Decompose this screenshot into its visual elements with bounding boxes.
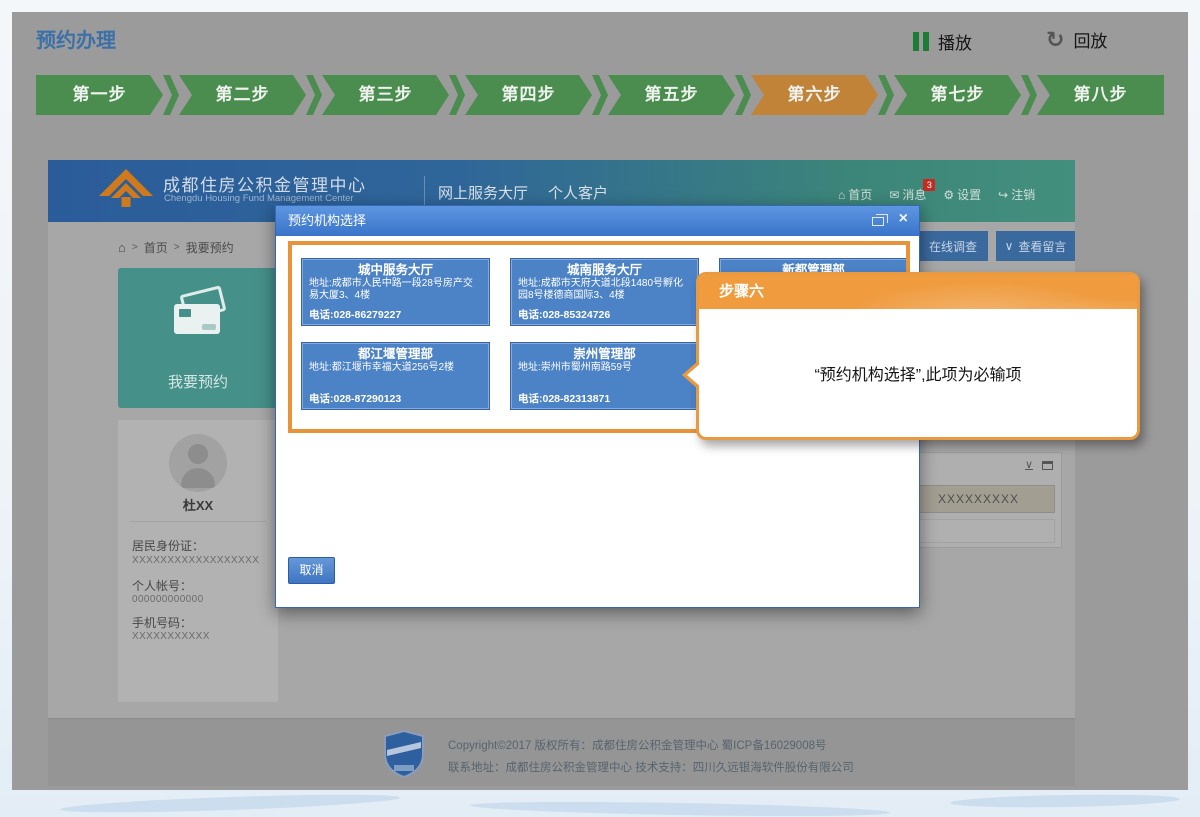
step-separator (592, 75, 608, 115)
dialog-titlebar: 预约机构选择 × (276, 206, 919, 236)
account-value: 000000000000 (132, 594, 204, 605)
replay-label: 回放 (1073, 27, 1107, 52)
tooltip-text: “预约机构选择”,此项为必输项 (699, 361, 1137, 385)
step-1[interactable]: 第一步 (36, 75, 163, 115)
nav-logout[interactable]: ↪ 注销 (998, 186, 1035, 203)
nav-settings[interactable]: ⚙ 设置 (943, 186, 981, 203)
account-label: 个人帐号： (132, 577, 192, 594)
phone-value: XXXXXXXXXXX (132, 631, 210, 642)
divider (130, 521, 266, 522)
home-icon: ⌂ (838, 188, 845, 202)
step-4[interactable]: 第四步 (465, 75, 592, 115)
decorative-streak (950, 793, 1180, 809)
pause-icon (913, 32, 929, 51)
play-label: 播放 (938, 29, 972, 54)
dialog-title: 预约机构选择 (288, 206, 366, 236)
window-icon[interactable] (1042, 461, 1053, 470)
housing-fund-logo-icon (96, 168, 156, 219)
view-messages-button[interactable]: ∨ 查看留言 (996, 231, 1075, 261)
cancel-button[interactable]: 取消 (288, 557, 335, 584)
page-title: 预约办理 (36, 24, 116, 53)
tooltip-header: 步骤六 (699, 275, 1137, 309)
top-navigation: ⌂ 首页 ✉ 消息 3 ⚙ 设置 ↪ 注销 (838, 186, 1035, 203)
replay-control[interactable]: ↻ 回放 (1046, 27, 1107, 52)
id-card-value: XXXXXXXXXXXXXXXXXX (132, 555, 259, 566)
institution-card-chongzhou[interactable]: 崇州管理部 地址:崇州市蜀州南路59号 电话:028-82313871 (511, 343, 698, 409)
breadcrumb-separator: > (174, 242, 180, 253)
step-separator (878, 75, 894, 115)
close-icon[interactable]: × (899, 210, 908, 228)
chevron-down-icon: ∨ (1005, 239, 1014, 253)
tutorial-window: 预约办理 播放 ↻ 回放 第一步 第二步 第三步 第四步 第五步 第六步 第七步… (0, 0, 1200, 817)
online-survey-button[interactable]: 在线调查 (918, 231, 988, 261)
step-separator (306, 75, 322, 115)
step-2[interactable]: 第二步 (179, 75, 306, 115)
step-separator (163, 75, 179, 115)
user-info-panel: 杜XX 居民身份证： XXXXXXXXXXXXXXXXXX 个人帐号： 0000… (118, 420, 278, 702)
decorative-streak (60, 791, 400, 816)
step-separator (735, 75, 751, 115)
tooltip-box: 步骤六 “预约机构选择”,此项为必输项 (696, 272, 1140, 440)
breadcrumb-separator: > (132, 242, 138, 253)
step-6-active[interactable]: 第六步 (751, 75, 878, 115)
replay-icon: ↻ (1046, 30, 1064, 50)
credit-card-icon (168, 290, 232, 338)
breadcrumb: ⌂ > 首页 > 我要预约 (118, 239, 234, 256)
step-separator (449, 75, 465, 115)
step-8[interactable]: 第八步 (1037, 75, 1164, 115)
institution-card-chengnan[interactable]: 城南服务大厅 地址:成都市天府大道北段1480号孵化园8号楼德商国际3、4楼 电… (511, 259, 698, 325)
step-7[interactable]: 第七步 (894, 75, 1021, 115)
home-icon[interactable]: ⌂ (118, 240, 126, 255)
step-tooltip: 步骤六 “预约机构选择”,此项为必输项 (676, 272, 1142, 454)
client-type: 个人客户 (548, 182, 608, 203)
mail-icon: ✉ (889, 188, 899, 202)
collapse-icon[interactable]: ∨ (1025, 458, 1033, 471)
step-separator (1021, 75, 1037, 115)
tooltip-step-title: 步骤六 (699, 275, 1137, 309)
nav-messages[interactable]: ✉ 消息 3 (889, 186, 926, 203)
phone-label: 手机号码： (132, 614, 192, 631)
nav-home[interactable]: ⌂ 首页 (838, 186, 872, 203)
appointment-tile-label: 我要预约 (118, 371, 278, 392)
breadcrumb-home[interactable]: 首页 (144, 239, 168, 256)
breadcrumb-current: 我要预约 (186, 239, 234, 256)
institution-card-dujiangyan[interactable]: 都江堰管理部 地址:都江堰市幸福大道256号2楼 电话:028-87290123 (302, 343, 489, 409)
avatar (169, 434, 227, 492)
step-progress-bar: 第一步 第二步 第三步 第四步 第五步 第六步 第七步 第八步 (36, 75, 1164, 115)
portal-title: 网上服务大厅 (438, 182, 528, 203)
restore-window-icon[interactable] (872, 217, 884, 226)
gear-icon: ⚙ (943, 188, 954, 202)
brand-name-en: Chengdu Housing Fund Management Center (164, 193, 354, 204)
step-5[interactable]: 第五步 (608, 75, 735, 115)
institution-card-chengzhong[interactable]: 城中服务大厅 地址:成都市人民中路一段28号房产交易大厦3、4楼 电话:028-… (302, 259, 489, 325)
institution-shield-icon (383, 730, 425, 783)
header-divider (424, 176, 425, 206)
appointment-tile[interactable]: 我要预约 (118, 268, 278, 408)
decorative-streak (470, 799, 890, 817)
contact-line: 联系地址：成都住房公积金管理中心 技术支持：四川久远银海软件股份有限公司 (448, 759, 854, 775)
step-3[interactable]: 第三步 (322, 75, 449, 115)
copyright-line: Copyright©2017 版权所有：成都住房公积金管理中心 蜀ICP备160… (448, 737, 827, 753)
play-control[interactable]: 播放 (913, 29, 972, 54)
message-count-badge: 3 (923, 179, 935, 191)
user-name: 杜XX (118, 495, 278, 514)
id-card-label: 居民身份证： (132, 537, 204, 554)
logout-icon: ↪ (998, 188, 1008, 202)
